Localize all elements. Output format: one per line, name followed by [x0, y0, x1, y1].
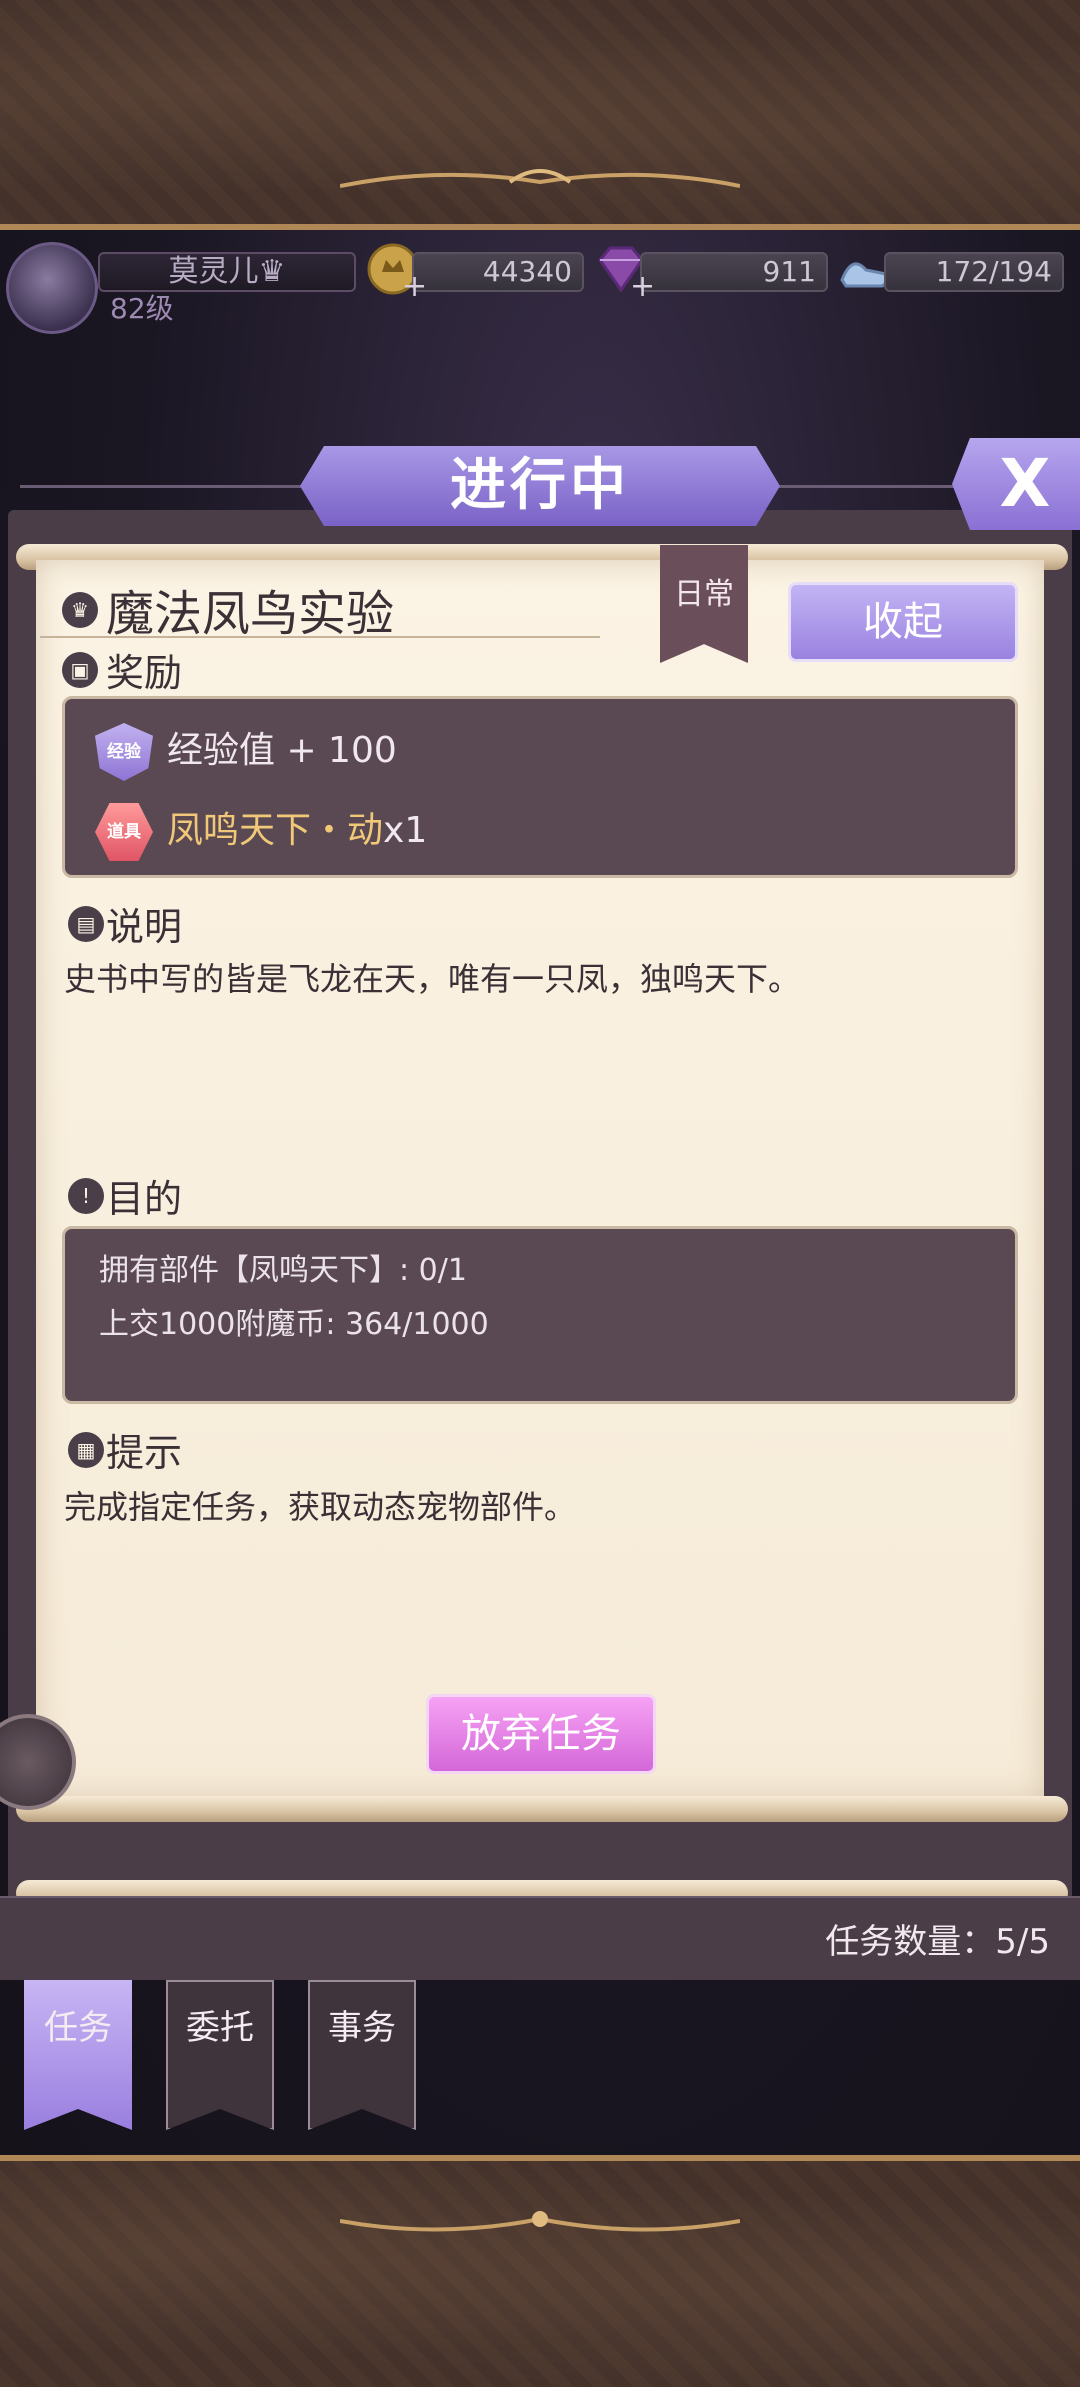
add-gem-icon[interactable]: +: [630, 272, 656, 302]
hint-text: 完成指定任务，获取动态宠物部件。: [64, 1488, 577, 1526]
objective-line: 上交1000附魔币: 364/1000: [99, 1307, 489, 1342]
scroll-bottom-rod: [16, 1796, 1068, 1822]
abandon-quest-button[interactable]: 放弃任务: [426, 1694, 656, 1774]
header-line-left: [20, 485, 310, 488]
reward-item-row[interactable]: 道具 凤鸣天下・动x1: [95, 801, 427, 861]
status-bar: 莫灵儿♛ 82级 44340 + 911 + 172/194: [0, 240, 1080, 340]
gold-ornament-icon: [340, 169, 740, 188]
player-name: 莫灵儿♛: [98, 252, 356, 292]
page-title: 进行中: [300, 446, 780, 526]
reward-box-icon: ▣: [62, 652, 98, 688]
task-count: 任务数量：5/5: [825, 1922, 1050, 1962]
objective-line: 拥有部件【凤鸣天下】: 0/1: [99, 1253, 467, 1288]
objective-heading: 目的: [106, 1177, 183, 1221]
top-ornate-band: [0, 0, 1080, 230]
rewards-box: 经验 经验值 + 100 道具 凤鸣天下・动x1: [62, 696, 1018, 878]
exp-badge-icon: 经验: [95, 723, 153, 781]
gem-amount: 911: [640, 252, 828, 292]
player-level: 82级: [110, 292, 174, 325]
add-gold-icon[interactable]: +: [402, 272, 428, 302]
hint-heading: 提示: [106, 1431, 183, 1475]
stamina-amount: 172/194: [884, 252, 1064, 292]
exclamation-icon: !: [68, 1178, 104, 1214]
bottom-ornate-band: [0, 2155, 1080, 2387]
book-icon: ▤: [68, 906, 104, 942]
objectives-box: 拥有部件【凤鸣天下】: 0/1 上交1000附魔币: 364/1000: [62, 1226, 1018, 1404]
crown-icon: ♛: [62, 592, 98, 628]
reward-exp-text: 经验值 + 100: [167, 730, 397, 771]
tab-commissions[interactable]: 委托: [166, 1980, 274, 2130]
description-heading: 说明: [106, 905, 183, 949]
description-text: 史书中写的皆是飞龙在天，唯有一只凤，独鸣天下。: [64, 960, 801, 998]
quest-title: 魔法凤鸟实验: [106, 586, 395, 642]
rewards-heading: 奖励: [106, 651, 183, 695]
hint-note-icon: ▦: [68, 1432, 104, 1468]
tab-quests[interactable]: 任务: [24, 1980, 132, 2130]
header-line-right: [770, 485, 960, 488]
gold-amount: 44340: [412, 252, 584, 292]
tab-affairs[interactable]: 事务: [308, 1980, 416, 2130]
footer-strip: 任务数量：5/5: [0, 1896, 1080, 1980]
gold-ornament-icon: [340, 2211, 740, 2232]
close-button[interactable]: X: [952, 438, 1080, 530]
avatar[interactable]: [6, 242, 98, 334]
collapse-button[interactable]: 收起: [788, 582, 1018, 662]
reward-item-name: 凤鸣天下・动: [167, 810, 384, 851]
reward-item-qty: x1: [383, 810, 428, 851]
reward-exp-row: 经验 经验值 + 100: [95, 721, 397, 781]
item-badge-icon: 道具: [95, 803, 153, 861]
title-divider: [40, 636, 600, 638]
